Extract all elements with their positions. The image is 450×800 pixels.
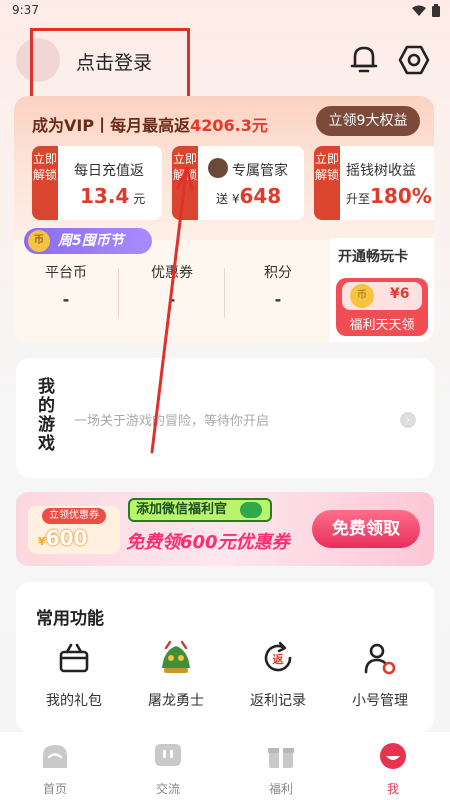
account-manage-icon [364, 643, 396, 675]
stat-value: - [62, 290, 70, 309]
section-title: 常用功能 [36, 609, 104, 629]
play-pass-card[interactable]: 开通畅玩卡 币 ¥6 福利天天领 [330, 238, 434, 342]
perk-value-number: 180% [370, 184, 432, 208]
divider [224, 268, 225, 318]
perk-unlock-tag: 立即解锁 [172, 146, 198, 220]
wechat-icon [240, 502, 262, 518]
tab-label: 福利 [268, 782, 293, 796]
wifi-icon [412, 5, 426, 16]
login-highlight-box [30, 28, 190, 100]
vip-title-prefix: 成为VIP丨每月最高返 [32, 116, 191, 135]
settings-icon[interactable] [398, 44, 430, 76]
coin-icon: 币 [350, 284, 374, 308]
perk-unlock-tag: 立即解锁 [314, 146, 340, 220]
vip-card[interactable]: 成为VIP丨每月最高返4206.3元 立领9大权益 立即解锁 每日充值返 13.… [14, 96, 434, 342]
stat-points[interactable]: 积分 - [226, 262, 330, 309]
bell-icon[interactable] [350, 44, 378, 74]
butler-avatar-icon [208, 158, 228, 178]
dragon-icon [162, 640, 190, 673]
perk-daily-recharge[interactable]: 立即解锁 每日充值返 13.4 元 [32, 146, 162, 220]
stat-platform-coin[interactable]: 平台币 - [14, 262, 118, 309]
tab-label: 交流 [155, 782, 180, 796]
my-games-title: 我的游戏 [38, 377, 55, 454]
coupon-graphic: 立领优惠券 ¥600 [28, 506, 120, 554]
perk-money-tree[interactable]: 立即解锁 摇钱树收益 升至180% [314, 146, 434, 220]
banner-main-text: 免费领600元优惠券 [126, 532, 290, 553]
status-icons [412, 4, 440, 17]
play-pass-box: 币 ¥6 福利天天领 [336, 278, 428, 336]
free-claim-button[interactable]: 免费领取 [312, 510, 420, 548]
coin-icon: 币 [28, 230, 50, 252]
perk-title: 专属管家 [232, 163, 288, 179]
coupon-amount: ¥600 [38, 526, 87, 550]
perk-title: 摇钱树收益 [346, 163, 416, 179]
function-label: 屠龙勇士 [148, 693, 204, 709]
function-label: 小号管理 [352, 693, 408, 709]
perk-value: 13.4 元 [80, 184, 145, 208]
stat-value: - [168, 290, 176, 309]
stat-coupon[interactable]: 优惠券 - [120, 262, 224, 309]
function-sub-account[interactable]: 小号管理 [328, 640, 432, 710]
gift-icon [59, 643, 89, 673]
my-games-card[interactable]: 我的游戏 一场关于游戏的冒险，等待你开启 › [16, 358, 434, 478]
stat-label: 积分 [264, 265, 292, 281]
vip-benefits-button[interactable]: 立领9大权益 [316, 106, 420, 136]
function-label: 我的礼包 [46, 693, 102, 709]
tab-welfare[interactable]: 福利 [246, 742, 316, 797]
me-icon [380, 743, 406, 769]
coin-festival-badge[interactable]: 币 周5囤币节 [24, 228, 152, 254]
festival-label: 周5囤币节 [58, 233, 124, 249]
status-time: 9:37 [12, 3, 39, 17]
bottom-tab-bar: 首页 交流 福利 我 [0, 732, 450, 800]
coupon-amount-number: 600 [45, 526, 88, 550]
svg-text:返: 返 [273, 652, 284, 666]
perk-value: 升至180% [346, 184, 432, 208]
chat-icon [155, 744, 181, 766]
chevron-right-icon[interactable]: › [400, 412, 416, 428]
my-games-description: 一场关于游戏的冒险，等待你开启 [74, 414, 270, 429]
vip-title-amount: 4206.3元 [190, 116, 268, 135]
home-icon [43, 745, 67, 768]
tab-home[interactable]: 首页 [20, 742, 90, 797]
play-pass-title: 开通畅玩卡 [338, 249, 408, 265]
vip-title: 成为VIP丨每月最高返4206.3元 [32, 112, 268, 136]
coupon-currency: ¥ [38, 535, 46, 548]
function-rebate-records[interactable]: 返 返利记录 [226, 640, 330, 710]
perk-value-unit: 元 [133, 192, 146, 206]
perk-value-number: 13.4 [80, 184, 130, 208]
rebate-icon: 返 [264, 641, 292, 672]
status-bar: 9:37 [0, 0, 450, 22]
divider [118, 268, 119, 318]
stat-value: - [274, 290, 282, 309]
profile-header: 点击登录 [0, 28, 450, 100]
tab-me[interactable]: 我 [358, 742, 428, 797]
tab-community[interactable]: 交流 [133, 742, 203, 797]
function-dragon-warrior[interactable]: 屠龙勇士 [124, 640, 228, 710]
perk-value-prefix: 送 ¥ [216, 192, 240, 206]
stat-label: 优惠券 [151, 265, 193, 281]
perk-butler[interactable]: 立即解锁 专属管家 送 ¥648 [172, 146, 304, 220]
coupon-top-label: 立领优惠券 [42, 508, 106, 524]
perk-unlock-tag: 立即解锁 [32, 146, 58, 220]
perk-value-number: 648 [239, 184, 282, 208]
perk-value: 送 ¥648 [216, 184, 281, 208]
perk-value-prefix: 升至 [346, 192, 371, 206]
wechat-promo-banner[interactable]: 立领优惠券 ¥600 添加微信福利官 免费领600元优惠券 免费领取 [16, 492, 434, 566]
perk-title: 每日充值返 [74, 163, 144, 179]
battery-icon [432, 4, 440, 17]
play-pass-inner: 币 ¥6 [342, 282, 422, 310]
play-pass-subtitle: 福利天天领 [349, 318, 415, 333]
function-label: 返利记录 [250, 693, 306, 709]
stat-label: 平台币 [45, 265, 87, 281]
play-pass-price: ¥6 [390, 286, 410, 302]
common-functions-card: 常用功能 我的礼包 屠龙勇士 返 返利记录 小号管理 [16, 582, 434, 732]
tab-label: 我 [386, 782, 399, 796]
tab-label: 首页 [42, 782, 67, 796]
gift-box-icon [268, 748, 294, 768]
function-my-gifts[interactable]: 我的礼包 [22, 640, 126, 710]
